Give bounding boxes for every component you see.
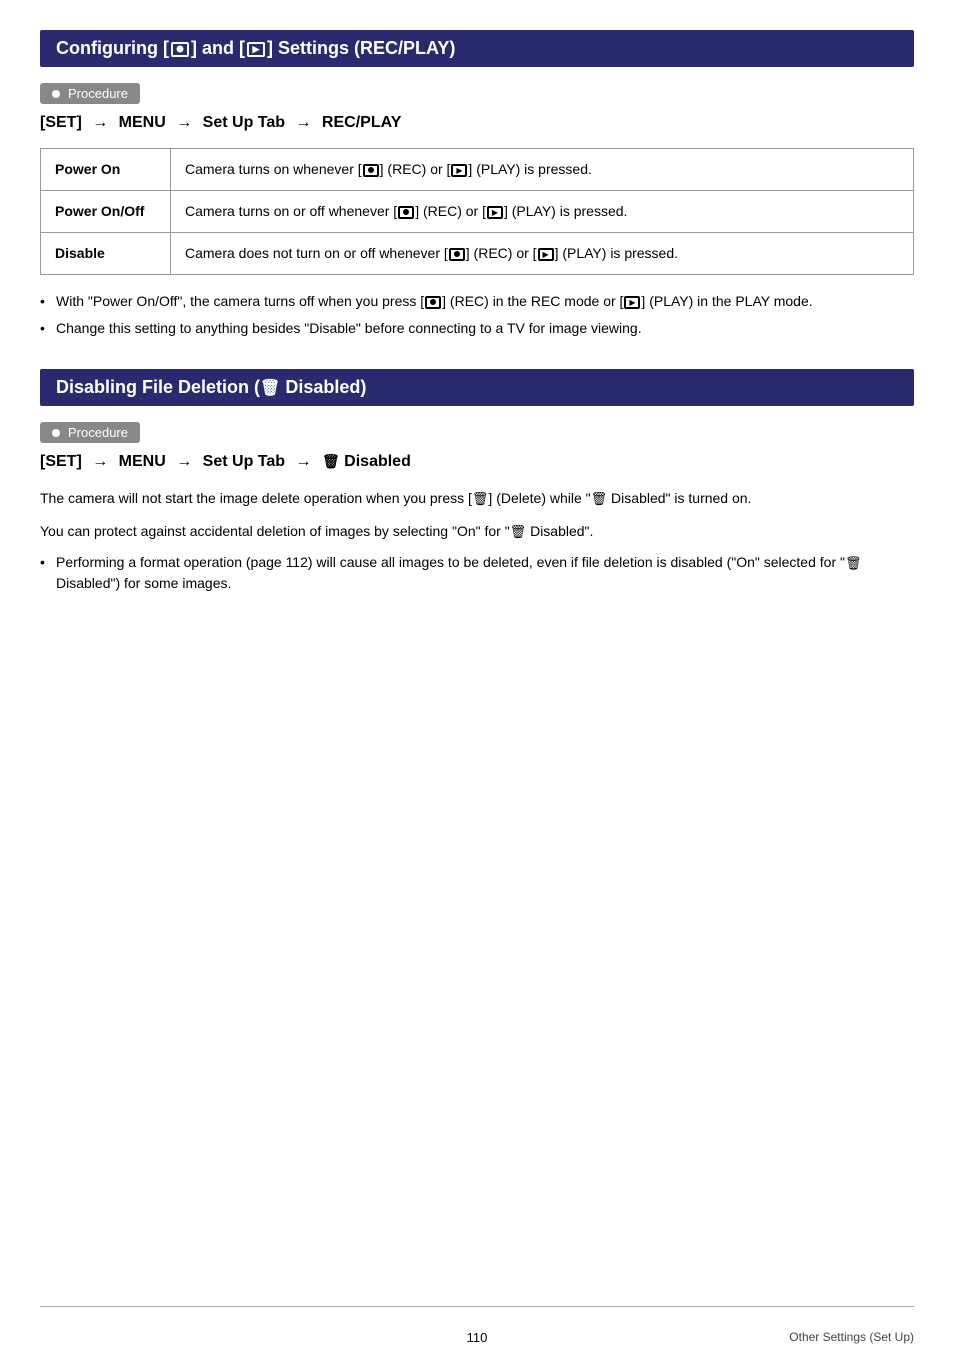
procedure-badge-1: Procedure bbox=[40, 83, 140, 104]
file-deletion-body-2: You can protect against accidental delet… bbox=[40, 520, 914, 543]
trash-icon-nav: 🗑 bbox=[322, 453, 340, 469]
trash-icon-inline2: 🗑 bbox=[591, 491, 608, 506]
rec-icon bbox=[171, 42, 189, 57]
file-deletion-bullets: Performing a format operation (page 112)… bbox=[40, 552, 914, 594]
page-number: 110 bbox=[467, 1330, 488, 1345]
rec-play-table: Power On Camera turns on whenever [] (RE… bbox=[40, 148, 914, 275]
section-header-rec-play: Configuring [] and [▶] Settings (REC/PLA… bbox=[40, 30, 914, 67]
section-file-deletion: Disabling File Deletion (🗑 Disabled) Pro… bbox=[40, 369, 914, 594]
table-cell-desc: Camera does not turn on or off whenever … bbox=[171, 233, 914, 275]
table-row: Power On/Off Camera turns on or off when… bbox=[41, 191, 914, 233]
file-deletion-body-1: The camera will not start the image dele… bbox=[40, 487, 914, 510]
table-cell-desc: Camera turns on whenever [] (REC) or [▶]… bbox=[171, 149, 914, 191]
trash-icon-header: 🗑 bbox=[260, 380, 280, 397]
table-cell-label: Power On/Off bbox=[41, 191, 171, 233]
trash-icon-inline3: 🗑 bbox=[510, 524, 527, 539]
procedure-label-1: Procedure bbox=[68, 86, 128, 101]
table-cell-label: Disable bbox=[41, 233, 171, 275]
table-cell-label: Power On bbox=[41, 149, 171, 191]
trash-icon-inline: 🗑 bbox=[472, 491, 489, 506]
table-row: Disable Camera does not turn on or off w… bbox=[41, 233, 914, 275]
play-icon-header: ▶ bbox=[247, 42, 265, 57]
procedure-label-2: Procedure bbox=[68, 425, 128, 440]
nav-path-2: [SET] → MENU → Set Up Tab → 🗑 Disabled bbox=[40, 453, 914, 471]
table-cell-desc: Camera turns on or off whenever [] (REC)… bbox=[171, 191, 914, 233]
list-item: Performing a format operation (page 112)… bbox=[40, 552, 914, 594]
section-header-file-deletion: Disabling File Deletion (🗑 Disabled) bbox=[40, 369, 914, 406]
footer-divider bbox=[40, 1306, 914, 1307]
nav-path-1: [SET] → MENU → Set Up Tab → REC/PLAY bbox=[40, 114, 914, 132]
procedure-badge-2: Procedure bbox=[40, 422, 140, 443]
trash-icon-inline4: 🗑 bbox=[845, 556, 862, 571]
list-item: With "Power On/Off", the camera turns of… bbox=[40, 291, 914, 312]
footer-label: Other Settings (Set Up) bbox=[789, 1330, 914, 1344]
list-item: Change this setting to anything besides … bbox=[40, 318, 914, 339]
table-row: Power On Camera turns on whenever [] (RE… bbox=[41, 149, 914, 191]
rec-play-bullets: With "Power On/Off", the camera turns of… bbox=[40, 291, 914, 339]
section-rec-play: Configuring [] and [▶] Settings (REC/PLA… bbox=[40, 30, 914, 339]
